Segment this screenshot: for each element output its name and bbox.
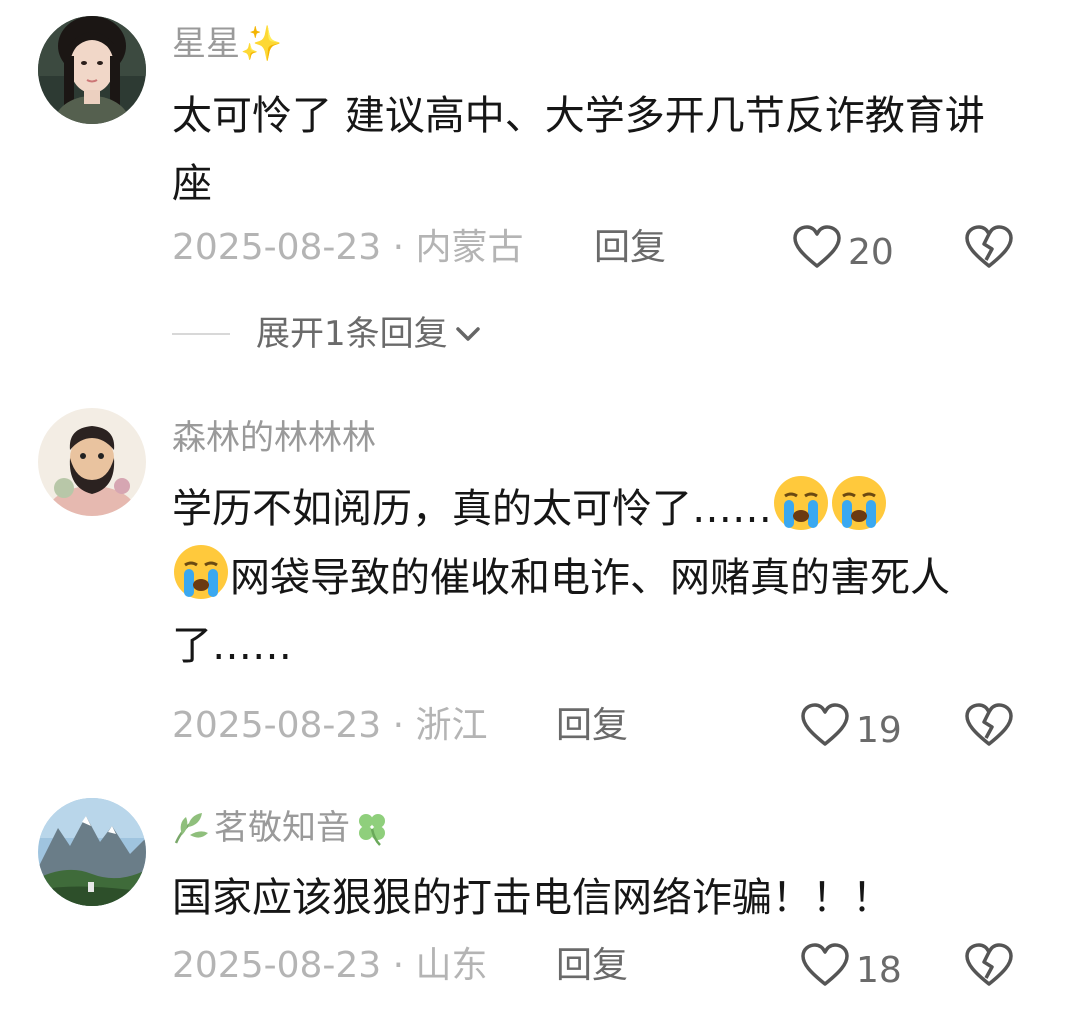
comment-text: 国家应该狠狠的打击电信网络诈骗！！！: [172, 875, 892, 921]
four-leaf-clover-icon: [352, 809, 392, 847]
dislike-button[interactable]: [964, 702, 1014, 752]
comment-text: 太可怜了 建议高中、大学多开几节反诈教育讲座: [172, 93, 985, 207]
comment-meta: 2025-08-23 · 山东: [172, 945, 488, 986]
reply-button[interactable]: 回复: [556, 704, 628, 748]
divider: [172, 333, 230, 335]
like-button[interactable]: 20: [792, 224, 894, 281]
loudly-crying-face-emoji: [772, 474, 830, 532]
broken-heart-icon: [964, 943, 1014, 992]
like-count: 18: [856, 949, 902, 991]
username[interactable]: 星星✨: [172, 24, 282, 64]
chevron-down-icon: [454, 324, 482, 344]
username-label: 茗敬知音: [214, 808, 350, 848]
comment-meta: 2025-08-23 · 浙江: [172, 705, 488, 746]
comment-text-part: 网袋导致的催收和电诈、网赌真的害死人了……: [172, 555, 950, 669]
like-count: 20: [848, 231, 894, 273]
broken-heart-icon: [964, 703, 1014, 752]
expand-replies-label: 展开1条回复: [256, 314, 448, 354]
reply-button[interactable]: 回复: [594, 226, 666, 270]
broken-heart-icon: [964, 225, 1014, 274]
avatar[interactable]: [38, 798, 146, 906]
username[interactable]: 茗敬知音: [172, 808, 392, 848]
like-count: 19: [856, 709, 902, 751]
comment-text-part: 学历不如阅历，真的太可怜了……: [172, 486, 772, 532]
reply-button[interactable]: 回复: [556, 944, 628, 988]
like-button[interactable]: 19: [800, 702, 902, 759]
expand-replies-button[interactable]: 展开1条回复: [172, 312, 482, 356]
like-button[interactable]: 18: [800, 942, 902, 999]
dislike-button[interactable]: [964, 942, 1014, 992]
dislike-button[interactable]: [964, 224, 1014, 274]
comment-text: 学历不如阅历，真的太可怜了…… 网袋导致的催收和电诈、网赌真的害死人了……: [172, 474, 1012, 680]
heart-outline-icon: [792, 224, 842, 281]
comment-meta: 2025-08-23 · 内蒙古: [172, 227, 524, 268]
loudly-crying-face-emoji: [172, 543, 230, 601]
leaf-icon: [172, 809, 212, 847]
avatar[interactable]: [38, 16, 146, 124]
heart-outline-icon: [800, 702, 850, 759]
loudly-crying-face-emoji: [830, 474, 888, 532]
avatar[interactable]: [38, 408, 146, 516]
username[interactable]: 森林的林林林: [172, 418, 376, 458]
heart-outline-icon: [800, 942, 850, 999]
